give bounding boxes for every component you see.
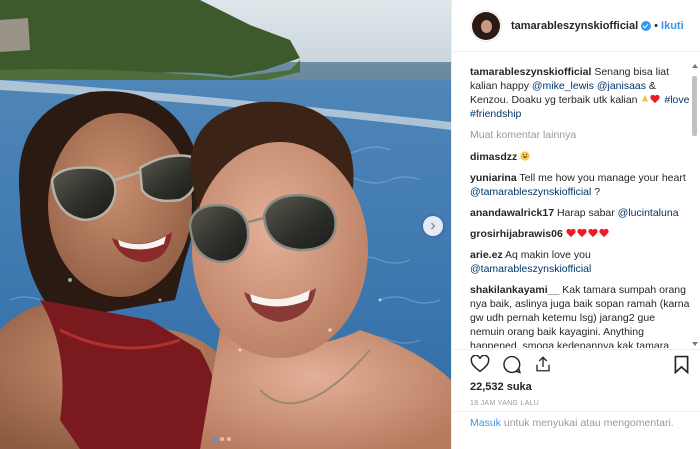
- like-heart-icon[interactable]: [470, 355, 490, 373]
- likes-count[interactable]: 22,532 suka: [470, 381, 689, 393]
- carousel-dot: [213, 437, 217, 441]
- comment-list: tamarableszynskiofficial Senang bisa lia…: [470, 65, 692, 348]
- caption-username[interactable]: tamarableszynskiofficial: [470, 66, 591, 78]
- comment: dimasdzz: [470, 150, 692, 164]
- comment-bubble-icon[interactable]: [502, 355, 522, 374]
- scroll-up-arrow-icon[interactable]: [692, 64, 698, 68]
- heart-emoji-icon: [650, 95, 660, 104]
- post-actions: 22,532 suka 18 JAM YANG LALU: [452, 349, 700, 407]
- action-bar: [470, 351, 689, 377]
- comment-username[interactable]: anandawalrick17: [470, 207, 554, 219]
- caption: tamarableszynskiofficial Senang bisa lia…: [470, 65, 692, 121]
- load-more-comments-link[interactable]: Muat komentar lainnya: [470, 128, 692, 142]
- comment-text: Harap sabar: [556, 207, 618, 219]
- login-prompt-text: untuk menyukai atau mengomentari.: [500, 417, 674, 429]
- post-photo[interactable]: [0, 0, 451, 449]
- save-bookmark-icon[interactable]: [674, 355, 689, 374]
- comment-text: Aq makin love you: [505, 249, 591, 261]
- grinning-face-icon: [520, 151, 530, 161]
- share-icon[interactable]: [534, 355, 552, 373]
- post-header: tamarableszynskiofficial • Ikuti: [452, 0, 700, 52]
- selfie-image: [0, 0, 451, 449]
- mention-link[interactable]: @lucintaluna: [618, 207, 679, 219]
- praying-hands-icon: [642, 95, 649, 102]
- mention-link[interactable]: @janisaas: [597, 80, 646, 92]
- login-link[interactable]: Masuk: [470, 417, 501, 429]
- next-slide-button[interactable]: [423, 216, 443, 236]
- comment-username[interactable]: yuniarina: [470, 172, 517, 184]
- mention-link[interactable]: @tamarableszynskiofficial: [470, 186, 591, 198]
- post-timestamp: 18 JAM YANG LALU: [470, 400, 540, 407]
- comment-username[interactable]: arie.ez: [470, 249, 503, 261]
- heart-emoji-icon: [588, 229, 598, 238]
- login-prompt: Masuk untuk menyukai atau mengomentari.: [452, 411, 700, 449]
- verified-badge-icon: [641, 20, 652, 31]
- heart-emoji-icon: [577, 229, 587, 238]
- comment-username[interactable]: shakilankayami__: [470, 284, 559, 296]
- separator-dot: •: [654, 19, 659, 32]
- mention-link[interactable]: @tamarableszynskiofficial: [470, 263, 591, 275]
- carousel-dot: [220, 437, 224, 441]
- scroll-thumb[interactable]: [692, 76, 697, 136]
- avatar[interactable]: [470, 9, 502, 42]
- scroll-down-arrow-icon[interactable]: [692, 342, 698, 346]
- carousel-dot: [227, 437, 231, 441]
- comment-scrollbar[interactable]: [690, 58, 700, 348]
- comment-username[interactable]: dimasdzz: [470, 151, 517, 163]
- hashtag-link[interactable]: #love: [664, 94, 689, 106]
- comment: anandawalrick17 Harap sabar @lucintaluna: [470, 206, 692, 220]
- mention-link[interactable]: @mike_lewis: [532, 80, 594, 92]
- carousel-indicator: [213, 437, 231, 441]
- comment: arie.ez Aq makin love you @tamarableszyn…: [470, 248, 692, 276]
- comment: grosirhijabrawis06: [470, 227, 692, 241]
- chevron-right-icon: [431, 222, 436, 230]
- post-side-panel: tamarableszynskiofficial • Ikuti tamarab…: [451, 0, 700, 449]
- comment: yuniarina Tell me how you manage your he…: [470, 171, 692, 199]
- follow-button[interactable]: Ikuti: [661, 20, 684, 32]
- header-username[interactable]: tamarableszynskiofficial: [511, 20, 638, 32]
- comment-username[interactable]: grosirhijabrawis06: [470, 228, 563, 240]
- comment-text: Tell me how you manage your heart: [519, 172, 686, 184]
- heart-emoji-icon: [599, 229, 609, 238]
- instagram-post: tamarableszynskiofficial • Ikuti tamarab…: [0, 0, 700, 449]
- comment: shakilankayami__ Kak tamara sumpah orang…: [470, 283, 692, 348]
- comment-text: ?: [591, 186, 601, 198]
- heart-emoji-icon: [566, 229, 576, 238]
- hashtag-link[interactable]: #friendship: [470, 108, 521, 120]
